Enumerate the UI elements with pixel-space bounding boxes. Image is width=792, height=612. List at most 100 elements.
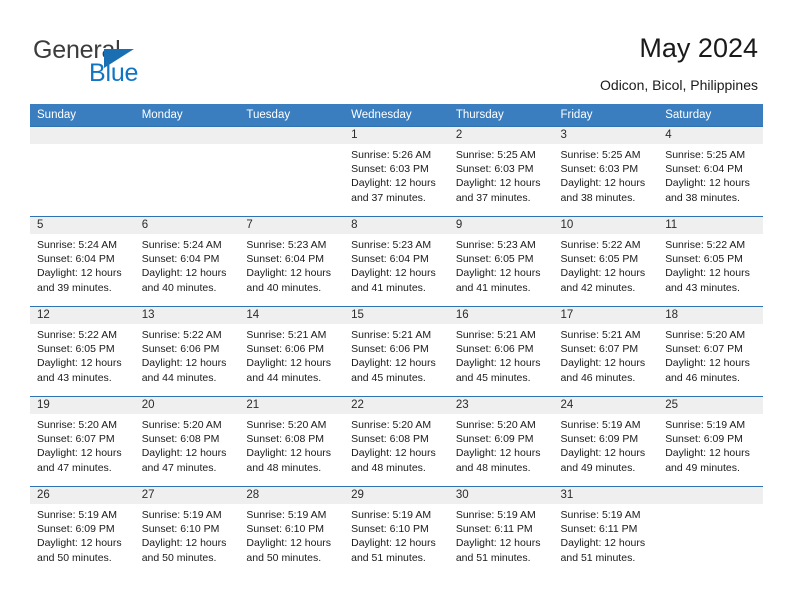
sunrise-text: Sunrise: 5:24 AM bbox=[37, 239, 117, 251]
calendar-day-cell[interactable]: 3 Sunrise: 5:25 AM Sunset: 6:03 PM Daylight… bbox=[553, 126, 659, 217]
day-details: Sunrise: 5:23 AM Sunset: 6:05 PM Daylight:… bbox=[449, 234, 554, 295]
day-cell-content: 26 Sunrise: 5:19 AM Sunset: 6:09 PM Dayligh… bbox=[30, 487, 135, 576]
sunrise-text: Sunrise: 5:19 AM bbox=[665, 419, 746, 431]
sunset-text: Sunset: 6:04 PM bbox=[37, 253, 115, 266]
weekday-header-saturday: Saturday bbox=[658, 104, 763, 127]
calendar-cell-empty bbox=[658, 486, 763, 576]
calendar-day-cell[interactable]: 31 Sunrise: 5:19 AM Sunset: 6:11 PM Dayligh… bbox=[553, 486, 659, 576]
sunrise-text: Sunrise: 5:20 AM bbox=[37, 419, 117, 431]
calendar-day-cell[interactable]: 30 Sunrise: 5:19 AM Sunset: 6:11 PM Dayligh… bbox=[448, 486, 554, 576]
day-number: 26 bbox=[30, 487, 135, 504]
daylight-text: Daylight: 12 hours and 51 minutes. bbox=[351, 537, 436, 564]
calendar-day-cell[interactable]: 1 Sunrise: 5:26 AM Sunset: 6:03 PM Daylight… bbox=[344, 126, 449, 217]
calendar-day-cell[interactable]: 6 Sunrise: 5:24 AM Sunset: 6:04 PM Daylight… bbox=[134, 216, 240, 307]
day-number: 13 bbox=[134, 307, 240, 324]
weekday-header-friday: Friday bbox=[553, 104, 659, 127]
sunrise-text: Sunrise: 5:22 AM bbox=[665, 239, 746, 251]
sunset-text: Sunset: 6:07 PM bbox=[560, 343, 639, 356]
calendar-day-cell[interactable]: 28 Sunrise: 5:19 AM Sunset: 6:10 PM Dayligh… bbox=[239, 486, 345, 576]
day-number: 3 bbox=[553, 127, 659, 144]
sunrise-text: Sunrise: 5:23 AM bbox=[246, 239, 327, 251]
calendar-day-cell[interactable]: 4 Sunrise: 5:25 AM Sunset: 6:04 PM Daylight… bbox=[658, 126, 763, 217]
sunrise-text: Sunrise: 5:22 AM bbox=[37, 329, 117, 341]
calendar-day-cell[interactable]: 26 Sunrise: 5:19 AM Sunset: 6:09 PM Dayligh… bbox=[30, 486, 135, 576]
sunset-text: Sunset: 6:03 PM bbox=[560, 163, 639, 176]
calendar-day-cell[interactable]: 8 Sunrise: 5:23 AM Sunset: 6:04 PM Daylight… bbox=[344, 216, 449, 307]
sunrise-text: Sunrise: 5:19 AM bbox=[560, 419, 641, 431]
calendar-cell-empty bbox=[239, 126, 345, 217]
day-number: 5 bbox=[30, 217, 135, 234]
day-cell-content: 18 Sunrise: 5:20 AM Sunset: 6:07 PM Dayligh… bbox=[658, 307, 763, 396]
day-cell-content: 7 Sunrise: 5:23 AM Sunset: 6:04 PM Daylight… bbox=[239, 217, 345, 306]
day-number: 10 bbox=[553, 217, 659, 234]
day-number: 8 bbox=[344, 217, 449, 234]
day-cell-content: 9 Sunrise: 5:23 AM Sunset: 6:05 PM Daylight… bbox=[448, 217, 554, 306]
calendar-day-cell[interactable]: 13 Sunrise: 5:22 AM Sunset: 6:06 PM Dayligh… bbox=[134, 306, 240, 397]
day-cell-content bbox=[658, 487, 763, 576]
calendar-day-cell[interactable]: 22 Sunrise: 5:20 AM Sunset: 6:08 PM Dayligh… bbox=[344, 396, 449, 487]
day-details: Sunrise: 5:25 AM Sunset: 6:03 PM Daylight:… bbox=[554, 144, 659, 205]
day-number: 15 bbox=[344, 307, 449, 324]
calendar-day-cell[interactable]: 23 Sunrise: 5:20 AM Sunset: 6:09 PM Dayligh… bbox=[448, 396, 554, 487]
daylight-text: Daylight: 12 hours and 45 minutes. bbox=[351, 357, 436, 384]
weekday-header-monday: Monday bbox=[134, 104, 240, 127]
sunrise-text: Sunrise: 5:20 AM bbox=[351, 419, 432, 431]
day-details: Sunrise: 5:19 AM Sunset: 6:11 PM Daylight:… bbox=[449, 504, 554, 565]
calendar-week-row: 1 Sunrise: 5:26 AM Sunset: 6:03 PM Daylight… bbox=[30, 126, 763, 217]
day-details: Sunrise: 5:20 AM Sunset: 6:07 PM Daylight:… bbox=[658, 324, 763, 385]
daylight-text: Daylight: 12 hours and 38 minutes. bbox=[665, 177, 750, 204]
day-cell-content: 15 Sunrise: 5:21 AM Sunset: 6:06 PM Dayligh… bbox=[344, 307, 449, 396]
day-details: Sunrise: 5:22 AM Sunset: 6:05 PM Daylight:… bbox=[30, 324, 135, 385]
day-cell-content: 1 Sunrise: 5:26 AM Sunset: 6:03 PM Daylight… bbox=[344, 127, 449, 216]
calendar-day-cell[interactable]: 12 Sunrise: 5:22 AM Sunset: 6:05 PM Dayligh… bbox=[30, 306, 135, 397]
sunrise-text: Sunrise: 5:21 AM bbox=[560, 329, 641, 341]
day-details: Sunrise: 5:19 AM Sunset: 6:10 PM Daylight:… bbox=[135, 504, 240, 565]
calendar-day-cell[interactable]: 29 Sunrise: 5:19 AM Sunset: 6:10 PM Dayligh… bbox=[344, 486, 449, 576]
sunrise-text: Sunrise: 5:19 AM bbox=[455, 509, 536, 521]
sunset-text: Sunset: 6:03 PM bbox=[455, 163, 534, 176]
day-cell-content bbox=[239, 127, 345, 216]
day-details: Sunrise: 5:19 AM Sunset: 6:09 PM Daylight:… bbox=[658, 414, 763, 475]
day-cell-content bbox=[134, 127, 240, 216]
calendar-day-cell[interactable]: 9 Sunrise: 5:23 AM Sunset: 6:05 PM Daylight… bbox=[448, 216, 554, 307]
daylight-text: Daylight: 12 hours and 38 minutes. bbox=[560, 177, 646, 204]
sunset-text: Sunset: 6:09 PM bbox=[665, 433, 743, 446]
daylight-text: Daylight: 12 hours and 48 minutes. bbox=[455, 447, 541, 474]
day-details: Sunrise: 5:24 AM Sunset: 6:04 PM Daylight:… bbox=[135, 234, 240, 295]
sunrise-text: Sunrise: 5:23 AM bbox=[455, 239, 536, 251]
daylight-text: Daylight: 12 hours and 43 minutes. bbox=[37, 357, 122, 384]
calendar-day-cell[interactable]: 5 Sunrise: 5:24 AM Sunset: 6:04 PM Daylight… bbox=[30, 216, 135, 307]
daylight-text: Daylight: 12 hours and 44 minutes. bbox=[246, 357, 332, 384]
calendar-day-cell[interactable]: 17 Sunrise: 5:21 AM Sunset: 6:07 PM Dayligh… bbox=[553, 306, 659, 397]
sunset-text: Sunset: 6:11 PM bbox=[560, 523, 638, 536]
calendar-day-cell[interactable]: 19 Sunrise: 5:20 AM Sunset: 6:07 PM Dayligh… bbox=[30, 396, 135, 487]
calendar-day-cell[interactable]: 27 Sunrise: 5:19 AM Sunset: 6:10 PM Dayligh… bbox=[134, 486, 240, 576]
calendar-day-cell[interactable]: 7 Sunrise: 5:23 AM Sunset: 6:04 PM Daylight… bbox=[239, 216, 345, 307]
day-cell-content: 17 Sunrise: 5:21 AM Sunset: 6:07 PM Dayligh… bbox=[553, 307, 659, 396]
day-cell-content: 12 Sunrise: 5:22 AM Sunset: 6:05 PM Dayligh… bbox=[30, 307, 135, 396]
calendar-day-cell[interactable]: 21 Sunrise: 5:20 AM Sunset: 6:08 PM Dayligh… bbox=[239, 396, 345, 487]
day-cell-content: 21 Sunrise: 5:20 AM Sunset: 6:08 PM Dayligh… bbox=[239, 397, 345, 486]
general-blue-logo[interactable]: General Blue bbox=[33, 36, 213, 88]
calendar-day-cell[interactable]: 25 Sunrise: 5:19 AM Sunset: 6:09 PM Dayligh… bbox=[658, 396, 763, 487]
calendar-day-cell[interactable]: 10 Sunrise: 5:22 AM Sunset: 6:05 PM Dayligh… bbox=[553, 216, 659, 307]
sunset-text: Sunset: 6:06 PM bbox=[351, 343, 429, 356]
calendar-day-cell[interactable]: 20 Sunrise: 5:20 AM Sunset: 6:08 PM Dayligh… bbox=[134, 396, 240, 487]
calendar-day-cell[interactable]: 14 Sunrise: 5:21 AM Sunset: 6:06 PM Dayligh… bbox=[239, 306, 345, 397]
daylight-text: Daylight: 12 hours and 41 minutes. bbox=[351, 267, 436, 294]
calendar-day-cell[interactable]: 24 Sunrise: 5:19 AM Sunset: 6:09 PM Dayligh… bbox=[553, 396, 659, 487]
sunrise-text: Sunrise: 5:26 AM bbox=[351, 149, 432, 161]
day-number: 16 bbox=[448, 307, 554, 324]
calendar-day-cell[interactable]: 15 Sunrise: 5:21 AM Sunset: 6:06 PM Dayligh… bbox=[344, 306, 449, 397]
day-number bbox=[658, 487, 763, 504]
calendar-day-cell[interactable]: 2 Sunrise: 5:25 AM Sunset: 6:03 PM Daylight… bbox=[448, 126, 554, 217]
day-number: 12 bbox=[30, 307, 135, 324]
day-cell-content: 6 Sunrise: 5:24 AM Sunset: 6:04 PM Daylight… bbox=[134, 217, 240, 306]
daylight-text: Daylight: 12 hours and 50 minutes. bbox=[37, 537, 122, 564]
daylight-text: Daylight: 12 hours and 51 minutes. bbox=[560, 537, 646, 564]
calendar-day-cell[interactable]: 11 Sunrise: 5:22 AM Sunset: 6:05 PM Dayligh… bbox=[658, 216, 763, 307]
calendar-day-cell[interactable]: 18 Sunrise: 5:20 AM Sunset: 6:07 PM Dayligh… bbox=[658, 306, 763, 397]
calendar-day-cell[interactable]: 16 Sunrise: 5:21 AM Sunset: 6:06 PM Dayligh… bbox=[448, 306, 554, 397]
day-cell-content: 23 Sunrise: 5:20 AM Sunset: 6:09 PM Dayligh… bbox=[448, 397, 554, 486]
day-number: 29 bbox=[344, 487, 449, 504]
